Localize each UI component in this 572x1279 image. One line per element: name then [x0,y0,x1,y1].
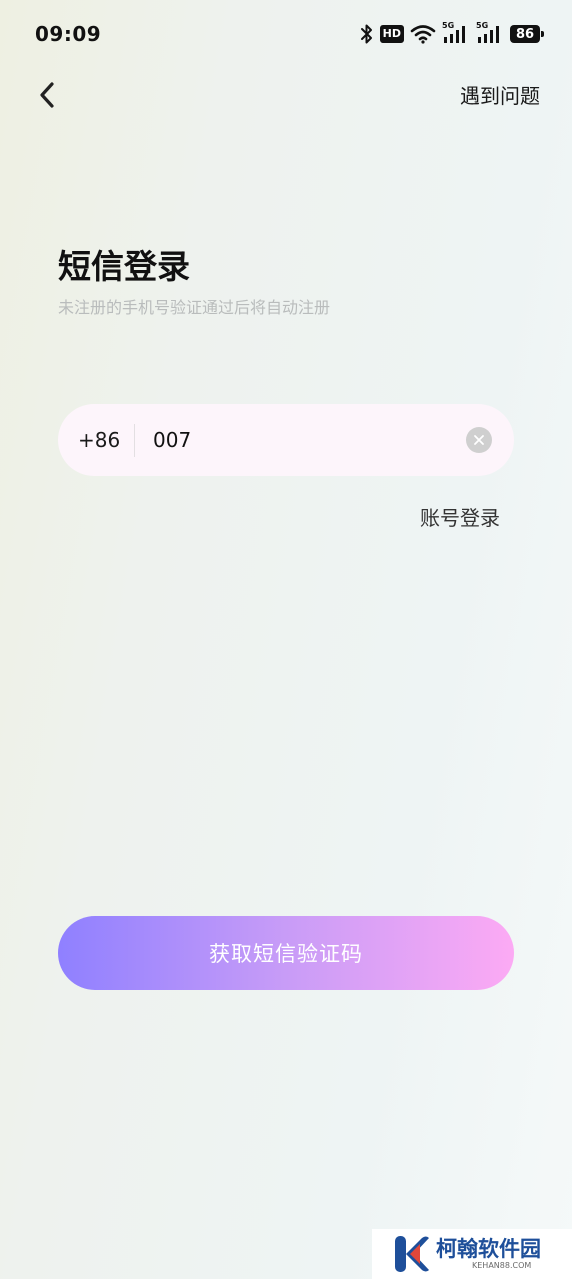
bluetooth-icon [360,24,372,44]
phone-input[interactable] [153,422,443,458]
battery-level: 86 [515,26,535,42]
page-title: 短信登录 [58,247,190,286]
watermark-title: 柯翰软件园 [436,1237,541,1261]
signal-5g-icon: 5G [476,21,504,45]
country-code-selector[interactable]: +86 [78,428,120,452]
clear-input-button[interactable] [466,427,492,453]
battery-icon: 86 [510,25,544,43]
chevron-left-icon [40,82,54,108]
status-time: 09:09 [35,22,102,46]
signal-5g-icon: 5G [442,21,470,45]
field-divider [134,424,135,457]
watermark-subtitle: KEHAN88.COM [472,1261,532,1270]
watermark: 柯翰软件园 KEHAN88.COM [372,1229,572,1279]
help-link[interactable]: 遇到问题 [460,80,540,109]
wifi-icon [410,25,436,44]
status-bar: 09:09 HD 5G 5G 86 [0,0,572,70]
kehan-logo-icon [395,1236,429,1272]
phone-field: +86 [58,404,514,476]
get-sms-code-button[interactable]: 获取短信验证码 [58,916,514,990]
account-login-link[interactable]: 账号登录 [420,502,500,531]
back-button[interactable] [30,78,64,112]
close-icon [474,435,484,445]
hd-icon: HD [379,25,404,43]
status-icons: HD 5G 5G 86 [360,21,544,46]
page-subtitle: 未注册的手机号验证通过后将自动注册 [58,298,331,317]
